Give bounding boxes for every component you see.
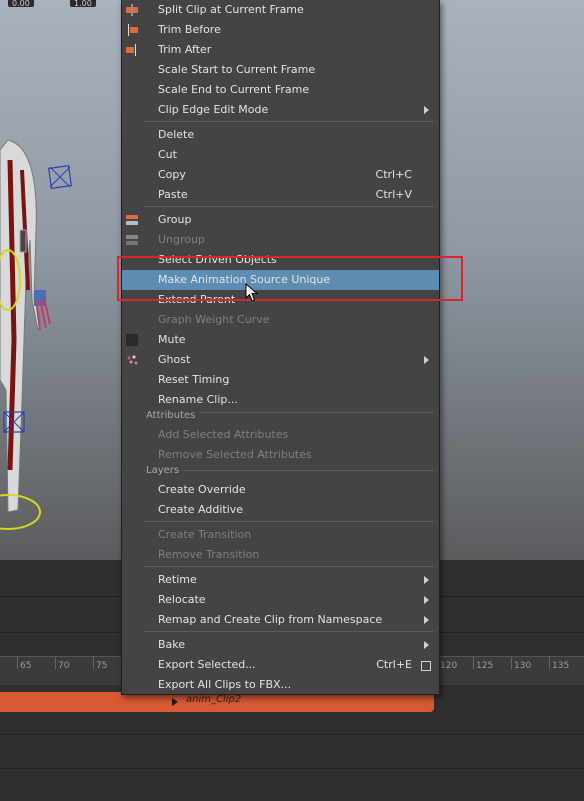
submenu-arrow-icon — [424, 576, 429, 584]
clip-label: anim_Clip2 — [186, 694, 242, 705]
menu-item-bake[interactable]: Bake — [122, 635, 439, 655]
menu-item-rename-clip[interactable]: Rename Clip... — [122, 390, 439, 410]
menu-item-create-transition[interactable]: Create Transition — [122, 525, 439, 545]
submenu-arrow-icon — [424, 616, 429, 624]
character-rig — [0, 140, 51, 530]
menu-item-scale-end[interactable]: Scale End to Current Frame — [122, 80, 439, 100]
menu-item-export-all-clips[interactable]: Export All Clips to FBX... — [122, 675, 439, 695]
menu-item-remove-selected-attributes[interactable]: Remove Selected Attributes — [122, 445, 439, 465]
menu-item-create-override[interactable]: Create Override — [122, 480, 439, 500]
top-fields: 0.00 1.00 — [0, 0, 130, 8]
ruler-tick: 120 — [436, 657, 458, 671]
menu-item-relocate[interactable]: Relocate — [122, 590, 439, 610]
menu-item-clip-edge-edit-mode[interactable]: Clip Edge Edit Mode — [122, 100, 439, 120]
trim-before-icon — [128, 24, 138, 36]
submenu-arrow-icon — [424, 356, 429, 364]
menu-item-mute[interactable]: Mute — [122, 330, 439, 350]
menu-separator — [144, 470, 434, 471]
ruler-tick: 70 — [54, 657, 70, 671]
control-icon — [3, 411, 25, 433]
menu-item-split-clip[interactable]: Split Clip at Current Frame — [122, 0, 439, 20]
submenu-arrow-icon — [424, 641, 429, 649]
menu-separator — [144, 631, 434, 632]
menu-item-ghost[interactable]: Ghost — [122, 350, 439, 370]
menu-item-ungroup[interactable]: Ungroup — [122, 230, 439, 250]
menu-item-retime[interactable]: Retime — [122, 570, 439, 590]
mute-icon — [126, 334, 138, 346]
menu-item-cut[interactable]: Cut — [122, 145, 439, 165]
menu-separator — [144, 566, 434, 567]
shortcut-label: Ctrl+E — [376, 658, 412, 671]
clip-play-icon — [172, 698, 178, 706]
trim-after-icon — [126, 44, 136, 56]
ruler-tick: 130 — [510, 657, 532, 671]
ghost-icon — [127, 355, 138, 365]
ruler-tick: 65 — [16, 657, 32, 671]
end-field[interactable]: 1.00 — [70, 0, 96, 8]
ruler-tick: 125 — [472, 657, 494, 671]
menu-item-trim-after[interactable]: Trim After — [122, 40, 439, 60]
menu-item-remove-transition[interactable]: Remove Transition — [122, 545, 439, 565]
menu-item-group[interactable]: Group — [122, 210, 439, 230]
shortcut-label: Ctrl+V — [375, 188, 412, 201]
ruler-tick: 135 — [548, 657, 570, 671]
menu-item-graph-weight-curve[interactable]: Graph Weight Curve — [122, 310, 439, 330]
menu-item-paste[interactable]: Paste Ctrl+V — [122, 185, 439, 205]
menu-item-export-selected[interactable]: Export Selected... Ctrl+E — [122, 655, 439, 675]
ungroup-icon — [126, 235, 138, 245]
menu-item-delete[interactable]: Delete — [122, 125, 439, 145]
start-field[interactable]: 0.00 — [8, 0, 34, 8]
submenu-arrow-icon — [424, 106, 429, 114]
control-icon — [48, 165, 72, 189]
ruler-tick: 75 — [92, 657, 108, 671]
context-menu: Split Clip at Current Frame Trim Before … — [121, 0, 440, 695]
menu-separator — [144, 206, 434, 207]
menu-separator — [144, 121, 434, 122]
menu-item-remap-create-clip[interactable]: Remap and Create Clip from Namespace — [122, 610, 439, 630]
menu-item-scale-start[interactable]: Scale Start to Current Frame — [122, 60, 439, 80]
menu-item-reset-timing[interactable]: Reset Timing — [122, 370, 439, 390]
split-clip-icon — [126, 4, 138, 16]
menu-item-add-selected-attributes[interactable]: Add Selected Attributes — [122, 425, 439, 445]
group-icon — [126, 215, 138, 225]
shortcut-label: Ctrl+C — [375, 168, 412, 181]
menu-item-copy[interactable]: Copy Ctrl+C — [122, 165, 439, 185]
section-header-attributes: Attributes — [146, 410, 200, 421]
menu-item-trim-before[interactable]: Trim Before — [122, 20, 439, 40]
submenu-arrow-icon — [424, 596, 429, 604]
section-header-layers: Layers — [146, 465, 184, 476]
option-box-icon[interactable] — [421, 661, 431, 671]
menu-item-create-additive[interactable]: Create Additive — [122, 500, 439, 520]
menu-separator — [144, 521, 434, 522]
mouse-cursor-icon — [245, 283, 259, 302]
annotation-highlight-box — [117, 256, 463, 301]
